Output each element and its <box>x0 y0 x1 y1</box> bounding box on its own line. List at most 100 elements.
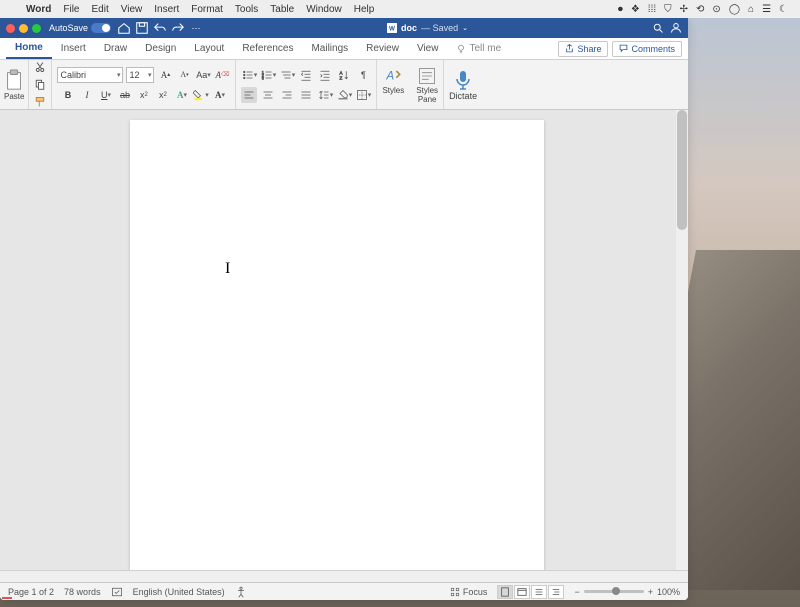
vertical-scrollbar[interactable] <box>676 110 688 570</box>
comments-button[interactable]: Comments <box>612 41 682 57</box>
menu-window[interactable]: Window <box>300 4 348 15</box>
font-color-icon[interactable]: A▾ <box>212 87 228 103</box>
borders-icon[interactable]: ▾ <box>355 87 371 103</box>
cut-icon[interactable] <box>32 60 48 74</box>
menu-help[interactable]: Help <box>348 4 381 15</box>
qat-more-icon[interactable]: ⋯ <box>189 21 203 35</box>
status-icon[interactable]: ⊙ <box>708 4 724 15</box>
horizontal-scrollbar[interactable] <box>0 570 688 582</box>
menu-view[interactable]: View <box>115 4 149 15</box>
text-effects-icon[interactable]: A▾ <box>174 87 190 103</box>
save-icon[interactable] <box>135 21 149 35</box>
maximize-button[interactable] <box>32 24 41 33</box>
sort-icon[interactable]: AZ <box>336 67 352 83</box>
paste-icon[interactable] <box>4 69 24 91</box>
outline-view[interactable] <box>531 585 547 599</box>
zoom-in[interactable]: + <box>648 587 653 597</box>
page[interactable] <box>130 120 544 570</box>
tab-view[interactable]: View <box>408 39 448 58</box>
change-case-icon[interactable]: Aa▾ <box>195 67 211 83</box>
clear-format-icon[interactable]: A⌫ <box>214 67 230 83</box>
web-layout-view[interactable] <box>514 585 530 599</box>
underline-button[interactable]: U▾ <box>98 87 114 103</box>
status-icon[interactable]: ✢ <box>676 4 692 15</box>
styles-pane-button[interactable]: Styles Pane <box>416 66 438 104</box>
redo-icon[interactable] <box>171 21 185 35</box>
svg-text:A: A <box>340 70 343 75</box>
menu-insert[interactable]: Insert <box>148 4 185 15</box>
indent-decrease-icon[interactable] <box>298 67 314 83</box>
highlight-icon[interactable]: ▾ <box>193 87 209 103</box>
minimize-button[interactable] <box>19 24 28 33</box>
language-status[interactable]: English (United States) <box>133 587 225 597</box>
multilevel-icon[interactable]: ▾ <box>279 67 295 83</box>
strikethrough-button[interactable]: ab <box>117 87 133 103</box>
copy-icon[interactable] <box>32 77 48 91</box>
status-icon[interactable]: ⁞⁞⁞ <box>644 4 660 15</box>
pilcrow-icon[interactable]: ¶ <box>355 67 371 83</box>
status-icon[interactable]: ❖ <box>627 4 644 15</box>
tab-mailings[interactable]: Mailings <box>302 39 357 58</box>
tab-design[interactable]: Design <box>136 39 185 58</box>
menu-file[interactable]: File <box>57 4 85 15</box>
zoom-slider[interactable] <box>584 590 644 593</box>
close-button[interactable] <box>6 24 15 33</box>
doc-dropdown[interactable]: ⌄ <box>462 24 468 32</box>
status-icon[interactable]: ⛉ <box>660 4 676 15</box>
grow-font-icon[interactable]: A▴ <box>157 67 173 83</box>
tab-review[interactable]: Review <box>357 39 408 58</box>
document-area[interactable]: I <box>0 110 688 570</box>
print-layout-view[interactable] <box>497 585 513 599</box>
tab-layout[interactable]: Layout <box>185 39 233 58</box>
share-button[interactable]: Share <box>558 41 608 57</box>
user-icon[interactable] <box>670 22 682 34</box>
focus-mode[interactable]: Focus <box>450 587 488 597</box>
bullets-icon[interactable]: ▾ <box>241 67 257 83</box>
font-name-select[interactable]: Calibri▾ <box>57 67 123 83</box>
font-size-select[interactable]: 12▾ <box>126 67 154 83</box>
subscript-button[interactable]: x2 <box>136 87 152 103</box>
status-icon[interactable]: ☾ <box>775 4 792 15</box>
status-icon[interactable]: ⏺ <box>614 4 627 15</box>
zoom-level[interactable]: 100% <box>657 587 680 597</box>
tab-insert[interactable]: Insert <box>52 39 95 58</box>
superscript-button[interactable]: x2 <box>155 87 171 103</box>
shrink-font-icon[interactable]: A▾ <box>176 67 192 83</box>
draft-view[interactable] <box>548 585 564 599</box>
zoom-out[interactable]: − <box>574 587 579 597</box>
status-icon[interactable]: ⌂ <box>744 4 758 15</box>
align-right-icon[interactable] <box>279 87 295 103</box>
menu-table[interactable]: Table <box>264 4 300 15</box>
format-painter-icon[interactable] <box>32 95 48 109</box>
undo-icon[interactable] <box>153 21 167 35</box>
menu-tools[interactable]: Tools <box>229 4 264 15</box>
status-icon[interactable]: ☰ <box>758 4 775 15</box>
italic-button[interactable]: I <box>79 87 95 103</box>
tell-me[interactable]: Tell me <box>447 39 510 58</box>
app-name[interactable]: Word <box>20 4 57 15</box>
word-count[interactable]: 78 words <box>64 587 101 597</box>
bold-button[interactable]: B <box>60 87 76 103</box>
menu-edit[interactable]: Edit <box>86 4 115 15</box>
autosave-toggle[interactable] <box>91 23 111 33</box>
spellcheck-icon[interactable] <box>111 586 123 598</box>
justify-icon[interactable] <box>298 87 314 103</box>
menu-format[interactable]: Format <box>185 4 229 15</box>
align-center-icon[interactable] <box>260 87 276 103</box>
tab-references[interactable]: References <box>233 39 302 58</box>
status-icon[interactable]: ◯ <box>725 4 744 15</box>
shading-icon[interactable]: ▾ <box>336 87 352 103</box>
indent-increase-icon[interactable] <box>317 67 333 83</box>
home-icon[interactable] <box>117 21 131 35</box>
accessibility-icon[interactable] <box>235 586 247 598</box>
numbering-icon[interactable]: 123▾ <box>260 67 276 83</box>
line-spacing-icon[interactable]: ▾ <box>317 87 333 103</box>
search-icon[interactable] <box>652 22 664 34</box>
tab-home[interactable]: Home <box>6 38 52 59</box>
tab-draw[interactable]: Draw <box>95 39 136 58</box>
styles-button[interactable]: A Styles <box>382 66 404 104</box>
status-icon[interactable]: ⟲ <box>692 4 708 15</box>
page-status[interactable]: Page 1 of 2 <box>8 587 54 597</box>
align-left-icon[interactable] <box>241 87 257 103</box>
dictate-button[interactable]: Dictate <box>449 69 477 101</box>
